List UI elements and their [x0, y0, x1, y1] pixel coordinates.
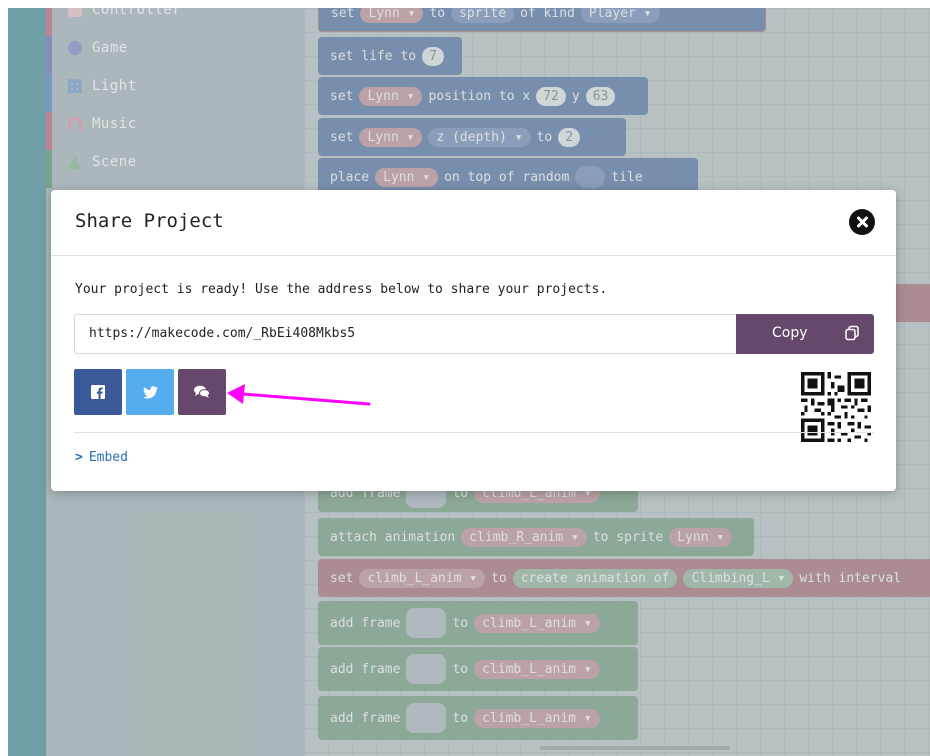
- copy-button-label: Copy: [772, 325, 808, 341]
- copy-icon: [845, 325, 859, 341]
- chevron-right-icon: >: [75, 450, 83, 465]
- dialog-header: Share Project: [51, 190, 896, 256]
- copy-button[interactable]: Copy: [736, 314, 874, 354]
- share-url-field[interactable]: https://makecode.com/_RbEi408Mkbs5: [74, 314, 737, 354]
- facebook-share-button[interactable]: [74, 369, 122, 415]
- twitter-share-button[interactable]: [126, 369, 174, 415]
- embed-label: Embed: [88, 450, 128, 465]
- share-project-dialog: Share Project Your project is ready! Use…: [51, 190, 896, 491]
- twitter-icon: [142, 385, 158, 398]
- close-icon[interactable]: [849, 209, 875, 235]
- annotation-arrow: [227, 384, 371, 406]
- discuss-share-button[interactable]: [178, 369, 226, 415]
- chat-icon: [194, 385, 210, 398]
- embed-toggle[interactable]: > Embed: [75, 450, 128, 465]
- share-message: Your project is ready! Use the address b…: [75, 282, 608, 297]
- divider: [74, 432, 874, 433]
- facebook-icon: [91, 385, 105, 399]
- dialog-title: Share Project: [75, 210, 224, 232]
